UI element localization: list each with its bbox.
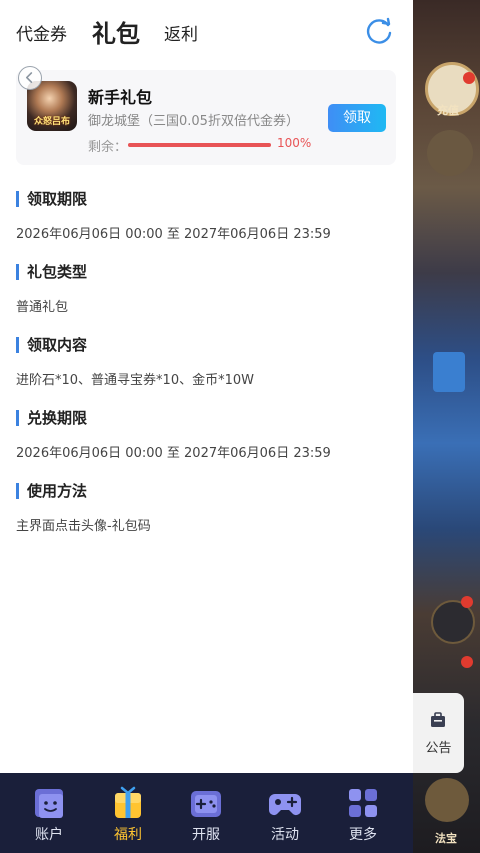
more-icon [349, 789, 377, 817]
section-title: 礼包类型 [16, 264, 87, 280]
section-body: 普通礼包 [16, 300, 69, 315]
back-arrow-icon[interactable] [18, 66, 42, 90]
tab-gift[interactable]: 礼包 [92, 14, 140, 49]
server-open-icon [191, 791, 221, 817]
welfare-icon [115, 786, 141, 818]
gift-title: 新手礼包 [88, 88, 153, 107]
section-body: 2026年06月06日 00:00 至 2027年06月06日 23:59 [16, 227, 331, 242]
gift-subtitle: 御龙城堡（三国0.05折双倍代金券） [88, 114, 299, 129]
section-body: 主界面点击头像-礼包码 [16, 519, 151, 534]
section-title: 领取内容 [16, 337, 254, 353]
section-claim-period: 领取期限 2026年06月06日 00:00 至 2027年06月06日 23:… [16, 191, 331, 242]
remain-label: 剩余： [88, 140, 128, 155]
section-gift-type: 礼包类型 普通礼包 [16, 264, 87, 315]
tab-coupon[interactable]: 代金券 [16, 20, 67, 45]
nav-welfare[interactable]: 福利 [88, 773, 168, 853]
section-redeem-period: 兑换期限 2026年06月06日 00:00 至 2027年06月06日 23:… [16, 410, 331, 461]
gift-card: 众怒吕布 新手礼包 御龙城堡（三国0.05折双倍代金券） 剩余： 100% 领取 [16, 70, 396, 165]
nav-account[interactable]: 账户 [9, 773, 89, 853]
game-icon-label: 众怒吕布 [33, 117, 70, 127]
briefcase-icon [431, 712, 445, 727]
claim-button[interactable]: 领取 [328, 104, 386, 132]
notification-dot-2 [461, 596, 473, 608]
remain-progress-bar [128, 143, 271, 147]
section-title: 兑换期限 [16, 410, 331, 426]
account-icon [35, 789, 63, 818]
treasure-text: 法宝 [435, 832, 457, 845]
bottom-nav: 账户 福利 开服 活动 更多 [0, 773, 413, 853]
notification-dot [463, 72, 475, 84]
section-body: 进阶石*10、普通寻宝券*10、金币*10W [16, 373, 254, 388]
nav-label: 活动 [271, 827, 299, 843]
recharge-text: 充值 [437, 104, 459, 117]
nav-activity[interactable]: 活动 [245, 773, 325, 853]
scroll-item [433, 352, 465, 392]
nav-label: 福利 [114, 827, 142, 843]
nav-label: 更多 [349, 827, 377, 843]
treasure-emblem [425, 778, 469, 822]
nav-more[interactable]: 更多 [323, 773, 403, 853]
tab-rebate[interactable]: 返利 [164, 20, 198, 45]
nav-label: 开服 [192, 827, 220, 843]
side-panel: 代金券 礼包 返利 众怒吕布 新手礼包 御龙城堡（三国0.05折双倍代金券） 剩… [0, 0, 413, 773]
notification-dot-3 [461, 656, 473, 668]
section-body: 2026年06月06日 00:00 至 2027年06月06日 23:59 [16, 446, 331, 461]
section-usage: 使用方法 主界面点击头像-礼包码 [16, 483, 151, 534]
tab-bar: 代金券 礼包 返利 [0, 0, 413, 60]
remain-progress-fill [128, 143, 271, 147]
section-gift-content: 领取内容 进阶石*10、普通寻宝券*10、金币*10W [16, 337, 254, 388]
activity-icon [269, 794, 301, 815]
section-title: 领取期限 [16, 191, 331, 207]
notice-label: 公告 [425, 741, 452, 756]
game-emblem [427, 130, 473, 176]
nav-label: 账户 [35, 827, 63, 843]
remain-percent: 100% [277, 136, 312, 150]
section-title: 使用方法 [16, 483, 151, 499]
refresh-icon[interactable] [364, 16, 394, 46]
nav-server-open[interactable]: 开服 [166, 773, 246, 853]
notice-button[interactable]: 公告 [413, 693, 464, 773]
